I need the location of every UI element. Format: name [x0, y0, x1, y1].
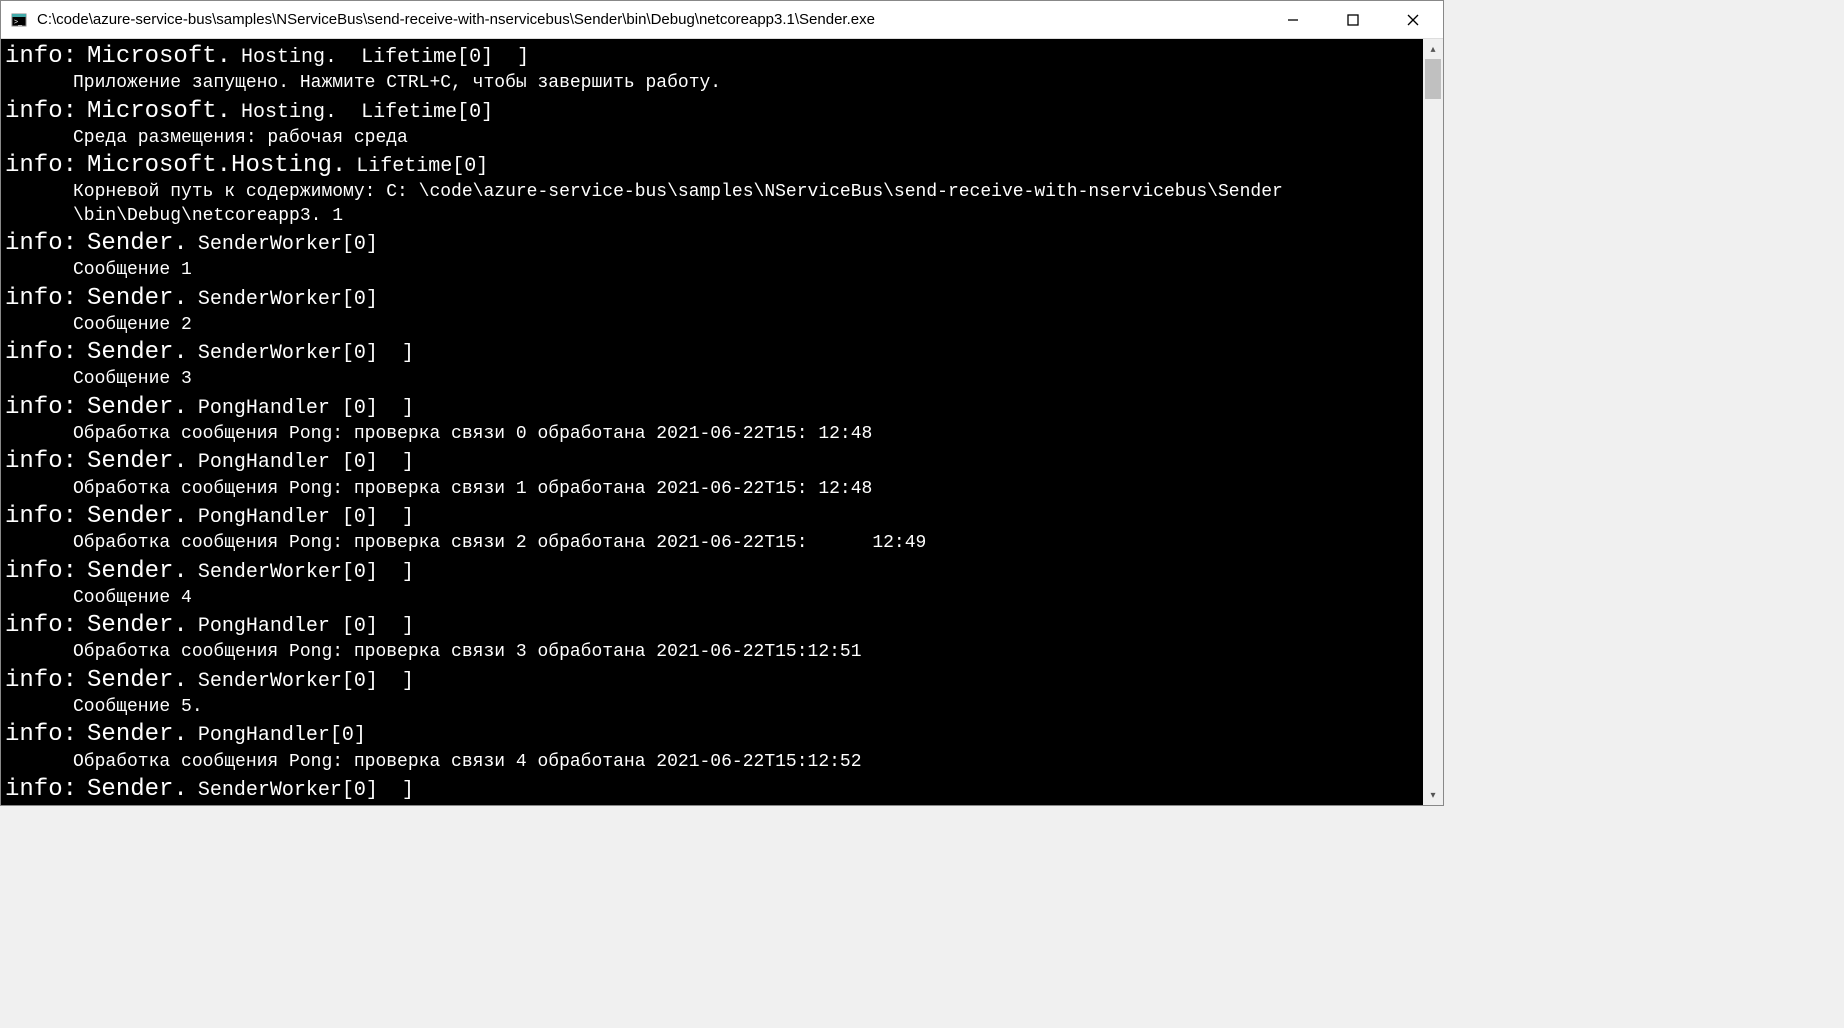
maximize-button[interactable]	[1323, 1, 1383, 38]
log-header: info: Microsoft. Hosting. Lifetime[0]	[5, 96, 1419, 127]
log-entry: info: Sender. PongHandler [0] ]Обработка с…	[5, 392, 1419, 447]
log-category: SenderWorker[0] ]	[198, 560, 414, 586]
log-level: info:	[5, 556, 77, 587]
log-source: Sender.	[87, 283, 188, 314]
log-entry: info:Sender.SenderWorker[0] ]Сообщение 6	[5, 774, 1419, 805]
log-category: SenderWorker[0]	[198, 232, 378, 258]
log-category: PongHandler [0] ]	[198, 396, 414, 422]
log-level: info:	[5, 41, 77, 72]
log-category: SenderWorker[0] ]	[198, 778, 414, 804]
log-message: Обработка сообщения Pong: проверка связи…	[5, 478, 1419, 501]
log-message: Приложение запущено. Нажмите CTRL+C, что…	[5, 72, 1419, 95]
titlebar[interactable]: >_ C:\code\azure-service-bus\samples\NSe…	[1, 1, 1443, 39]
log-level: info:	[5, 501, 77, 532]
log-category: PongHandler [0] ]	[198, 505, 414, 531]
log-category: SenderWorker[0]	[198, 287, 378, 313]
log-source: Sender.	[87, 228, 188, 259]
log-message: Сообщение 3	[5, 368, 1419, 391]
log-header: info: Sender. SenderWorker[0] ]	[5, 665, 1419, 696]
scroll-down-arrow[interactable]: ▾	[1423, 785, 1443, 805]
log-entry: info: Microsoft.Hosting. Lifetime[0]Корнев…	[5, 150, 1419, 228]
log-header: info: Sender. PongHandler [0] ]	[5, 610, 1419, 641]
log-source: Sender.	[87, 774, 188, 805]
log-entry: info: Sender. SenderWorker[0]Сообщение 2	[5, 283, 1419, 338]
log-header: info: Sender. PongHandler [0] ]	[5, 446, 1419, 477]
scrollbar-track[interactable]	[1423, 59, 1443, 785]
console-area: info: Microsoft. Hosting. Lifetime[0] ]При…	[1, 39, 1443, 805]
minimize-button[interactable]	[1263, 1, 1323, 38]
log-category: PongHandler [0] ]	[198, 614, 414, 640]
log-category: PongHandler[0]	[198, 723, 366, 749]
log-source: Sender.	[87, 337, 188, 368]
log-source: Sender.	[87, 556, 188, 587]
log-category: Hosting. Lifetime[0] ]	[241, 45, 529, 71]
application-window: >_ C:\code\azure-service-bus\samples\NSe…	[0, 0, 1444, 806]
log-message: Корневой путь к содержимому: C: \code\az…	[5, 181, 1419, 228]
log-header: info: Sender. SenderWorker[0] ]	[5, 337, 1419, 368]
svg-text:>_: >_	[14, 19, 22, 26]
log-level: info:	[5, 337, 77, 368]
log-entry: info: Sender. SenderWorker[0] ]Сообщение 3	[5, 337, 1419, 392]
window-controls	[1263, 1, 1443, 38]
log-category: Lifetime[0]	[356, 154, 488, 180]
log-category: SenderWorker[0] ]	[198, 341, 414, 367]
log-level: info:	[5, 610, 77, 641]
log-entry: info: Sender. PongHandler [0] ]Обработка с…	[5, 501, 1419, 556]
log-message: Сообщение 5.	[5, 696, 1419, 719]
log-source: Microsoft.	[87, 96, 231, 127]
console-output[interactable]: info: Microsoft. Hosting. Lifetime[0] ]При…	[1, 39, 1423, 805]
log-header: info: Microsoft. Hosting. Lifetime[0] ]	[5, 41, 1419, 72]
log-level: info:	[5, 228, 77, 259]
log-entry: info: Sender. SenderWorker[0]Сообщение 1	[5, 228, 1419, 283]
log-level: info:	[5, 665, 77, 696]
log-category: SenderWorker[0] ]	[198, 669, 414, 695]
log-level: info:	[5, 150, 77, 181]
log-header: info: Microsoft.Hosting. Lifetime[0]	[5, 150, 1419, 181]
log-level: info:	[5, 446, 77, 477]
log-header: info: Sender. PongHandler [0] ]	[5, 392, 1419, 423]
log-source: Sender.	[87, 719, 188, 750]
log-level: info:	[5, 283, 77, 314]
scrollbar-thumb[interactable]	[1425, 59, 1441, 99]
log-header: info: Sender. SenderWorker[0] ]	[5, 774, 1419, 805]
log-entry: info: Microsoft. Hosting. Lifetime[0] ]При…	[5, 41, 1419, 96]
log-entry: info: Sender. PongHandler [0] ]Обработка с…	[5, 610, 1419, 665]
log-entry: info: Sender. PongHandler[0]Обработка сооб…	[5, 719, 1419, 774]
log-category: Hosting. Lifetime[0]	[241, 100, 493, 126]
vertical-scrollbar[interactable]: ▴ ▾	[1423, 39, 1443, 805]
log-source: Sender.	[87, 610, 188, 641]
log-level: info:	[5, 392, 77, 423]
log-entry: info: Sender. SenderWorker[0] ]Сообщение 5…	[5, 665, 1419, 720]
log-message: Обработка сообщения Pong: проверка связи…	[5, 641, 1419, 664]
log-message: Обработка сообщения Pong: проверка связи…	[5, 532, 1419, 555]
log-category: PongHandler [0] ]	[198, 450, 414, 476]
log-header: info: Sender. SenderWorker[0]	[5, 228, 1419, 259]
log-message: Обработка сообщения Pong: проверка связи…	[5, 423, 1419, 446]
log-message: Сообщение 1	[5, 259, 1419, 282]
window-title: C:\code\azure-service-bus\samples\NServi…	[37, 11, 1263, 28]
log-level: info:	[5, 774, 77, 805]
log-header: info: Sender. SenderWorker[0]	[5, 283, 1419, 314]
log-header: info: Sender. PongHandler [0] ]	[5, 501, 1419, 532]
log-source: Microsoft.	[87, 41, 231, 72]
log-source: Microsoft.Hosting.	[87, 150, 346, 181]
log-message: Сообщение 4	[5, 587, 1419, 610]
log-level: info:	[5, 96, 77, 127]
log-header: info: Sender. SenderWorker[0] ]	[5, 556, 1419, 587]
log-header: info: Sender. PongHandler[0]	[5, 719, 1419, 750]
log-source: Sender.	[87, 665, 188, 696]
close-button[interactable]	[1383, 1, 1443, 38]
log-source: Sender.	[87, 392, 188, 423]
log-source: Sender.	[87, 501, 188, 532]
log-message: Среда размещения: рабочая среда	[5, 127, 1419, 150]
log-source: Sender.	[87, 446, 188, 477]
log-entry: info: Microsoft. Hosting. Lifetime[0]Среда…	[5, 96, 1419, 151]
log-entry: info: Sender. PongHandler [0] ]Обработка с…	[5, 446, 1419, 501]
log-entry: info: Sender. SenderWorker[0] ]Сообщение 4	[5, 556, 1419, 611]
console-app-icon: >_	[9, 10, 29, 30]
log-level: info:	[5, 719, 77, 750]
log-message: Обработка сообщения Pong: проверка связи…	[5, 751, 1419, 774]
log-message: Сообщение 2	[5, 314, 1419, 337]
scroll-up-arrow[interactable]: ▴	[1423, 39, 1443, 59]
